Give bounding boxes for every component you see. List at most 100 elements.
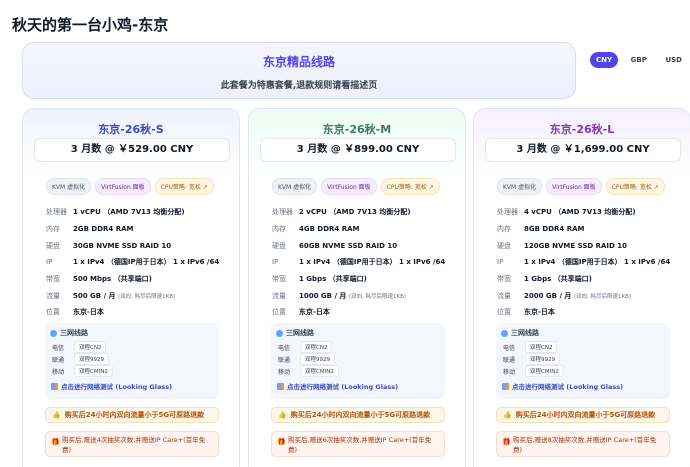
spec-row-cpu: 处理器 2 vCPU （AMD 7V13 均衡分配): [272, 204, 462, 221]
looking-glass-link[interactable]: 点击进行网络测试 (Looking Glass): [51, 381, 172, 391]
looking-glass-label: 点击进行网络测试 (Looking Glass): [512, 383, 624, 391]
network-line-row: 电信 双程CN2: [503, 341, 564, 353]
network-lines: 电信 双程CN2 联通 双程9929 移动 双程CMIN2: [503, 341, 564, 377]
gift-notice: 🎁 购买后,赠送8次抽奖次数,并赠送IP Care+(首年免费): [496, 431, 670, 457]
plan-name: 东京-26秋-M: [322, 123, 392, 136]
spec-row-ip: IP 1 x IPv4 （德国IP用于日本） 1 x IPv6 /64: [497, 254, 687, 271]
spec-value-ip: 1 x IPv4 （德国IP用于日本） 1 x IPv6 /64: [73, 258, 220, 267]
plan-card[interactable]: 东京-26秋-M 3 月数 @ ￥899.00 CNY KVM 虚拟化 Virt…: [248, 108, 466, 467]
network-title-text: 三网线路: [286, 329, 314, 337]
spec-row-ip: IP 1 x IPv4 （德国IP用于日本） 1 x IPv6 /64: [46, 254, 236, 271]
traffic-note: (双向, 耗尽后限速1KB): [118, 293, 176, 300]
banner-title: 东京精品线路: [262, 55, 335, 69]
spec-row-ram: 内存 4GB DDR4 RAM: [272, 221, 462, 238]
spec-row-disk: 硬盘 30GB NVME SSD RAID 10: [46, 237, 236, 254]
spec-list: 处理器 4 vCPU （AMD 7V13 均衡分配) 内存 8GB DDR4 RAM…: [497, 204, 687, 321]
spec-value-disk: 30GB NVME SSD RAID 10: [73, 241, 172, 250]
tag-kvm: KVM 虚拟化: [272, 178, 318, 195]
spec-label: IP: [497, 258, 504, 267]
spec-label: 硬盘: [272, 241, 286, 250]
refund-notice: 👍 购买后24小时内双向流量小于5G可原路退款: [45, 407, 219, 423]
spec-label: 内存: [272, 225, 286, 234]
spec-value-traffic: 500 GB / 月 (双向, 耗尽后限速1KB): [73, 291, 175, 301]
isp-line: 双程CMIN2: [74, 365, 113, 377]
spec-value-location: 东京-日本: [299, 308, 330, 317]
price-select[interactable]: 3 月数 @ ￥899.00 CNY: [260, 138, 456, 162]
isp-name: 电信: [278, 344, 291, 352]
spec-label: 带宽: [46, 275, 60, 284]
isp-line: 双程CN2: [74, 341, 107, 353]
spec-label: 硬盘: [46, 241, 60, 250]
spec-value-cpu: 2 vCPU （AMD 7V13 均衡分配): [299, 208, 411, 217]
plan-name: 东京-26秋-L: [549, 123, 615, 136]
isp-name: 电信: [503, 344, 516, 352]
looking-glass-link[interactable]: 点击进行网络测试 (Looking Glass): [277, 381, 398, 391]
thumbs-up-icon: 👍: [278, 411, 287, 419]
spec-value-traffic: 2000 GB / 月 (双向, 耗尽后限速1KB): [524, 291, 631, 301]
network-line-row: 移动 双程CMIN2: [503, 365, 564, 377]
spec-row-bandwidth: 带宽 500 Mbps （共享端口): [46, 271, 236, 288]
looking-glass-link[interactable]: 点击进行网络测试 (Looking Glass): [502, 381, 623, 391]
spec-label: 处理器: [46, 208, 67, 217]
traffic-amount: 1000 GB / 月: [299, 291, 347, 300]
looking-glass-label: 点击进行网络测试 (Looking Glass): [61, 383, 173, 391]
spec-row-ram: 内存 2GB DDR4 RAM: [46, 221, 236, 238]
tag-cpu-policy-link[interactable]: CPU策略: 宽松 ↗: [154, 178, 214, 195]
gift-icon: 🎁: [277, 438, 286, 446]
network-line-row: 联通 双程9929: [52, 353, 113, 365]
feature-tags: KVM 虚拟化 VirtFusion 面板 CPU策略: 宽松 ↗: [497, 178, 665, 195]
tag-virtfusion: VirtFusion 面板: [546, 178, 602, 195]
feature-tags: KVM 虚拟化 VirtFusion 面板 CPU策略: 宽松 ↗: [272, 178, 440, 195]
plan-card[interactable]: 东京-26秋-S 3 月数 @ ￥529.00 CNY KVM 虚拟化 Virt…: [22, 108, 240, 467]
currency-option-cny[interactable]: CNY: [590, 52, 619, 68]
spec-value-ram: 4GB DDR4 RAM: [299, 225, 360, 234]
price-select[interactable]: 3 月数 @ ￥1,699.00 CNY: [485, 138, 681, 162]
price-select[interactable]: 3 月数 @ ￥529.00 CNY: [34, 138, 230, 162]
tag-cpu-policy-link[interactable]: CPU策略: 宽松 ↗: [605, 178, 665, 195]
isp-line: 双程9929: [300, 353, 335, 365]
spec-list: 处理器 1 vCPU （AMD 7V13 均衡分配) 内存 2GB DDR4 RAM…: [46, 204, 236, 321]
currency-option-gbp[interactable]: GBP: [625, 52, 653, 68]
traffic-note: (双向, 耗尽后限速1KB): [573, 293, 632, 300]
spec-row-cpu: 处理器 4 vCPU （AMD 7V13 均衡分配): [497, 204, 687, 221]
network-lines: 电信 双程CN2 联通 双程9929 移动 双程CMIN2: [278, 341, 339, 377]
isp-name: 电信: [52, 344, 65, 352]
spec-value-traffic: 1000 GB / 月 (双向, 耗尽后限速1KB): [299, 291, 406, 301]
spec-label: 处理器: [272, 208, 293, 217]
gift-notice: 🎁 购买后,赠送4次抽奖次数,并赠送IP Care+(首年免费): [45, 431, 219, 457]
isp-line: 双程9929: [74, 353, 109, 365]
globe-icon: [50, 329, 57, 337]
refund-text: 购买后24小时内双向流量小于5G可原路退款: [515, 411, 656, 419]
gift-text: 购买后,赠送6次抽奖次数,并赠送IP Care+(首年免费): [288, 436, 432, 454]
currency-option-usd[interactable]: USD: [659, 52, 688, 68]
spec-value-bandwidth: 1 Gbps （共享端口): [299, 275, 367, 284]
network-title: 三网线路: [501, 328, 539, 338]
looking-glass-label: 点击进行网络测试 (Looking Glass): [287, 383, 399, 391]
isp-line: 双程CN2: [300, 341, 333, 353]
chart-icon: [51, 382, 58, 390]
spec-value-ram: 8GB DDR4 RAM: [524, 225, 585, 234]
chart-icon: [502, 382, 509, 390]
spec-row-bandwidth: 带宽 1 Gbps （共享端口): [272, 271, 462, 288]
feature-tags: KVM 虚拟化 VirtFusion 面板 CPU策略: 宽松 ↗: [46, 178, 214, 195]
isp-name: 联通: [503, 356, 516, 364]
plan-card[interactable]: 东京-26秋-L 3 月数 @ ￥1,699.00 CNY KVM 虚拟化 Vi…: [473, 108, 690, 467]
spec-label: 带宽: [497, 275, 511, 284]
refund-notice: 👍 购买后24小时内双向流量小于5G可原路退款: [496, 407, 670, 423]
spec-row-disk: 硬盘 120GB NVME SSD RAID 10: [497, 237, 687, 254]
gift-icon: 🎁: [502, 438, 511, 446]
gift-notice: 🎁 购买后,赠送6次抽奖次数,并赠送IP Care+(首年免费): [271, 431, 445, 457]
spec-label: 流量: [46, 291, 60, 300]
spec-value-cpu: 4 vCPU （AMD 7V13 均衡分配): [524, 208, 636, 217]
network-line-row: 移动 双程CMIN2: [278, 365, 339, 377]
spec-row-disk: 硬盘 60GB NVME SSD RAID 10: [272, 237, 462, 254]
isp-name: 联通: [52, 356, 65, 364]
page-title: 秋天的第一台小鸡-东京: [12, 16, 169, 34]
spec-value-disk: 60GB NVME SSD RAID 10: [299, 241, 398, 250]
tag-kvm: KVM 虚拟化: [46, 178, 92, 195]
globe-icon: [276, 329, 283, 337]
spec-value-ip: 1 x IPv4 （德国IP用于日本） 1 x IPv6 /64: [299, 258, 446, 267]
traffic-note: (双向, 耗尽后限速1KB): [348, 293, 407, 300]
spec-row-traffic: 流量 2000 GB / 月 (双向, 耗尽后限速1KB): [497, 287, 687, 304]
tag-cpu-policy-link[interactable]: CPU策略: 宽松 ↗: [380, 178, 440, 195]
